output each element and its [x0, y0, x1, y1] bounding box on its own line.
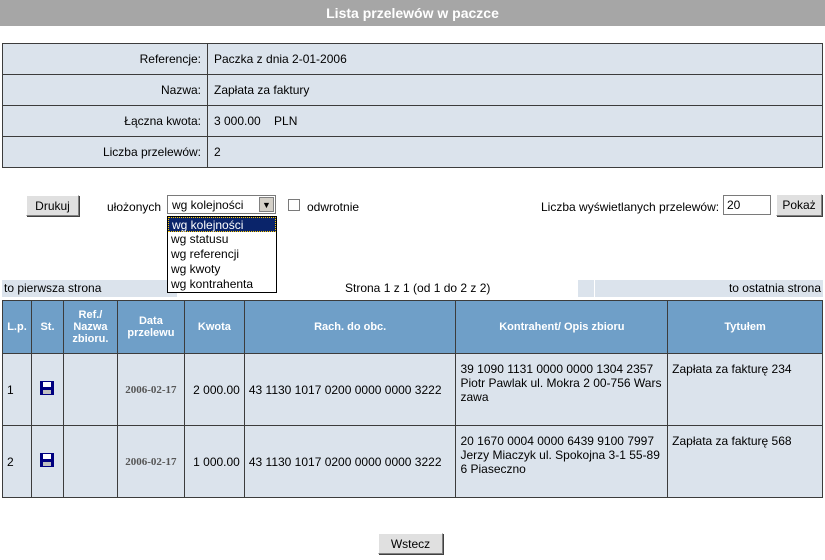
column-header-contractor: Kontrahent/ Opis zbioru: [455, 300, 669, 354]
column-header-account: Rach. do obc.: [243, 300, 457, 354]
list-controls: Drukuj ułożonych wg kolejności ▼ odwrotn…: [0, 193, 825, 219]
info-row-transfer-count: Liczba przelewów: 2: [2, 136, 823, 168]
sort-option[interactable]: wg kontrahenta: [168, 277, 276, 292]
floppy-disk-icon: [40, 453, 55, 467]
page-status: Strona 1 z 1 (od 1 do 2 z 2): [345, 281, 491, 295]
back-button[interactable]: Wstecz: [378, 533, 443, 554]
info-label: Nazwa:: [2, 74, 208, 106]
row-date: 2006-02-17: [116, 353, 185, 426]
row-reference: [62, 425, 118, 498]
chevron-down-icon[interactable]: ▼: [259, 197, 274, 212]
sort-options-list: wg kolejności wg statusu wg referencji w…: [167, 216, 277, 293]
reverse-label: odwrotnie: [307, 200, 360, 214]
print-button[interactable]: Drukuj: [26, 195, 79, 216]
row-amount: 1 000.00: [183, 425, 245, 498]
column-header-date: Data przelewu: [116, 300, 185, 354]
info-label: Łączna kwota:: [2, 105, 208, 137]
info-value: 2: [207, 136, 823, 168]
display-count-input[interactable]: [723, 195, 771, 215]
column-header-amount: Kwota: [183, 300, 245, 354]
info-row-name: Nazwa: Zapłata za faktury: [2, 74, 823, 106]
sort-option[interactable]: wg kwoty: [168, 262, 276, 277]
sort-option[interactable]: wg kolejności: [168, 217, 276, 232]
info-label: Referencje:: [2, 43, 208, 75]
show-button[interactable]: Pokaż: [776, 194, 822, 216]
sort-select[interactable]: wg kolejności ▼: [167, 195, 276, 214]
column-header-title: Tytułem: [667, 300, 823, 354]
page-number-cells: [578, 280, 612, 297]
floppy-disk-icon: [40, 381, 55, 395]
batch-info-table: Referencje: Paczka z dnia 2-01-2006 Nazw…: [2, 43, 823, 168]
info-value: Zapłata za faktury: [207, 74, 823, 106]
reverse-checkbox[interactable]: [288, 199, 300, 211]
column-header-lp: L.p.: [2, 300, 32, 354]
info-row-references: Referencje: Paczka z dnia 2-01-2006: [2, 43, 823, 75]
sort-selected-value: wg kolejności: [172, 198, 244, 212]
table-row[interactable]: 2 2006-02-17 1 000.00 43 1130 1017 0200 …: [2, 425, 823, 498]
page-cell: [578, 280, 594, 297]
row-status: [30, 425, 64, 498]
info-label: Liczba przelewów:: [2, 136, 208, 168]
row-date: 2006-02-17: [116, 425, 185, 498]
table-header-row: L.p. St. Ref./ Nazwa zbioru. Data przele…: [2, 300, 823, 354]
first-page-link[interactable]: to pierwsza strona: [2, 280, 177, 297]
row-contractor: 20 1670 0004 0000 6439 9100 7997 Jerzy M…: [455, 425, 669, 498]
pagination-bar: to pierwsza strona Strona 1 z 1 (od 1 do…: [0, 280, 825, 297]
sort-option[interactable]: wg referencji: [168, 247, 276, 262]
display-count-label: Liczba wyświetlanych przelewów:: [541, 200, 720, 214]
row-lp: 1: [2, 353, 32, 426]
row-contractor: 39 1090 1131 0000 0000 1304 2357 Piotr P…: [455, 353, 669, 426]
transfers-table: L.p. St. Ref./ Nazwa zbioru. Data przele…: [2, 300, 823, 498]
row-account: 43 1130 1017 0200 0000 0000 3222: [243, 353, 457, 426]
info-value: Paczka z dnia 2-01-2006: [207, 43, 823, 75]
sort-option[interactable]: wg statusu: [168, 232, 276, 247]
row-status: [30, 353, 64, 426]
info-value: 3 000.00 PLN: [207, 105, 823, 137]
page-title: Lista przelewów w paczce: [0, 0, 825, 26]
sort-label: ułożonych: [107, 200, 162, 214]
page-cell: [595, 280, 611, 297]
row-account: 43 1130 1017 0200 0000 0000 3222: [243, 425, 457, 498]
column-header-reference: Ref./ Nazwa zbioru.: [62, 300, 118, 354]
row-lp: 2: [2, 425, 32, 498]
row-title: Zapłata za fakturę 568: [667, 425, 823, 498]
row-amount: 2 000.00: [183, 353, 245, 426]
column-header-status: St.: [30, 300, 64, 354]
row-reference: [62, 353, 118, 426]
info-row-total-amount: Łączna kwota: 3 000.00 PLN: [2, 105, 823, 137]
row-title: Zapłata za fakturę 234: [667, 353, 823, 426]
table-row[interactable]: 1 2006-02-17 2 000.00 43 1130 1017 0200 …: [2, 353, 823, 426]
last-page-link[interactable]: to ostatnia strona: [611, 280, 823, 297]
